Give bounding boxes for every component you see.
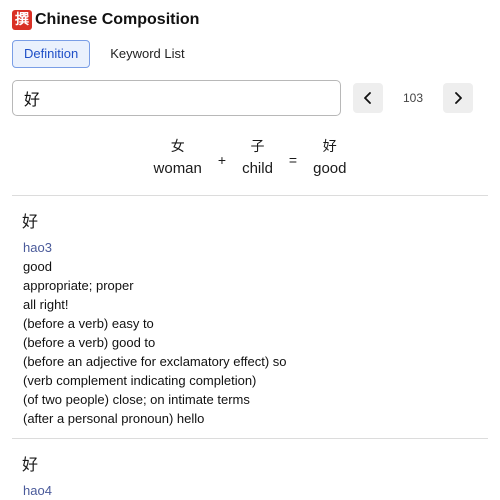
- dictionary-entry: 好 hao3 good appropriate; proper all righ…: [12, 196, 488, 438]
- tab-definition[interactable]: Definition: [12, 40, 91, 68]
- tab-keyword-list[interactable]: Keyword List: [98, 40, 196, 68]
- definition-item: all right!: [23, 297, 69, 312]
- character-composition: 女 woman + 子 child = 好 good: [12, 136, 488, 180]
- chevron-left-icon: [364, 92, 371, 104]
- component-meaning: woman: [153, 160, 202, 177]
- component-char: 女: [170, 139, 185, 155]
- component-1: 女 woman: [154, 136, 202, 180]
- next-button[interactable]: [443, 83, 473, 113]
- search-row: 103: [12, 80, 488, 116]
- definition-item: (of two people) close; on intimate terms: [23, 392, 250, 407]
- plus-sign: +: [217, 152, 227, 168]
- entry-character: 好: [22, 455, 39, 474]
- dictionary-entry: 好 hao4: [12, 439, 488, 500]
- component-2: 子 child: [242, 136, 273, 180]
- definition-item: (verb complement indicating completion): [23, 373, 257, 388]
- definition-item: (before an adjective for exclamatory eff…: [23, 354, 287, 369]
- definition-list: good appropriate; proper all right! (bef…: [23, 257, 488, 428]
- tab-bar: Definition Keyword List: [12, 40, 488, 68]
- chevron-right-icon: [455, 92, 462, 104]
- definition-item: (after a personal pronoun) hello: [23, 411, 205, 426]
- entry-pinyin: hao4: [23, 483, 52, 498]
- definition-item: appropriate; proper: [23, 278, 134, 293]
- composition-result: 好 good: [313, 136, 346, 180]
- prev-button[interactable]: [353, 83, 383, 113]
- result-meaning: good: [313, 160, 347, 177]
- entry-pinyin: hao3: [23, 240, 52, 255]
- component-char: 子: [250, 139, 265, 155]
- entry-character: 好: [22, 212, 39, 231]
- app-logo-icon: 撰: [12, 10, 32, 30]
- app-header: 撰 Chinese Composition: [12, 0, 488, 40]
- definition-item: (before a verb) easy to: [23, 316, 154, 331]
- definition-item: good: [23, 259, 52, 274]
- equals-sign: =: [288, 152, 298, 168]
- app-title: Chinese Composition: [35, 11, 200, 28]
- result-char: 好: [322, 139, 337, 155]
- page-number: 103: [402, 91, 424, 105]
- search-input[interactable]: [12, 80, 341, 116]
- app-window: 撰 Chinese Composition Definition Keyword…: [0, 0, 500, 500]
- component-meaning: child: [242, 160, 273, 177]
- definition-item: (before a verb) good to: [23, 335, 156, 350]
